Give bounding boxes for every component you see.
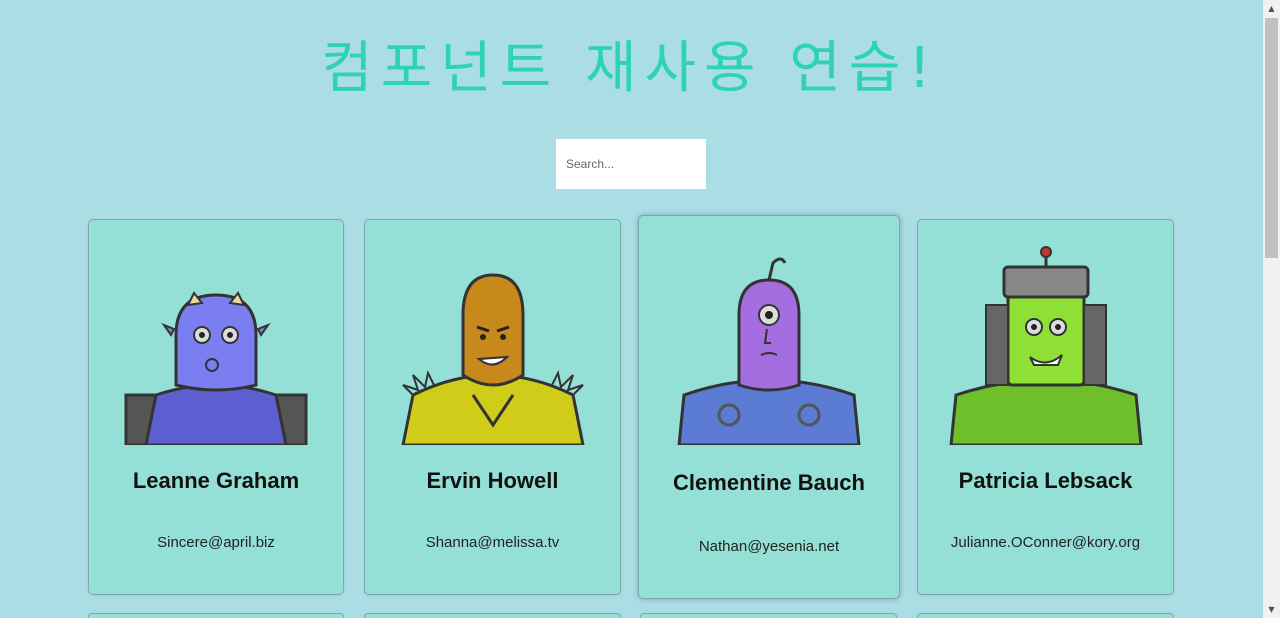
robot-card[interactable]: Clementine Bauch Nathan@yesenia.net: [638, 215, 900, 599]
scroll-up-arrow-icon[interactable]: ▲: [1263, 0, 1280, 17]
robot-card[interactable]: Leanne Graham Sincere@april.biz: [88, 219, 344, 595]
robot-card[interactable]: [917, 613, 1174, 618]
scroll-down-arrow-icon[interactable]: ▼: [1263, 601, 1280, 618]
robot-card[interactable]: [88, 613, 344, 618]
robot-card[interactable]: [364, 613, 621, 618]
search-input[interactable]: [556, 139, 706, 189]
robot-card[interactable]: Ervin Howell Shanna@melissa.tv: [364, 219, 621, 595]
card-email: Julianne.OConner@kory.org: [950, 534, 1141, 551]
card-email: Shanna@melissa.tv: [425, 534, 560, 551]
robot-avatar-icon: [400, 273, 585, 445]
robot-avatar-icon: [677, 257, 861, 445]
card-name: Clementine Bauch: [673, 470, 865, 495]
card-name: Patricia Lebsack: [958, 468, 1133, 493]
robot-avatar-icon: [948, 246, 1143, 445]
card-name: Leanne Graham: [132, 468, 300, 493]
card-email: Sincere@april.biz: [157, 534, 275, 551]
page-title: 컴포넌트 재사용 연습!: [321, 36, 939, 101]
robot-avatar-icon: [124, 291, 308, 445]
card-email: Nathan@yesenia.net: [698, 538, 840, 555]
scrollbar[interactable]: ▲ ▼: [1263, 0, 1280, 618]
scroll-thumb[interactable]: [1265, 18, 1278, 258]
card-name: Ervin Howell: [426, 468, 559, 493]
robot-card[interactable]: [640, 613, 897, 618]
robot-card[interactable]: Patricia Lebsack Julianne.OConner@kory.o…: [917, 219, 1174, 595]
